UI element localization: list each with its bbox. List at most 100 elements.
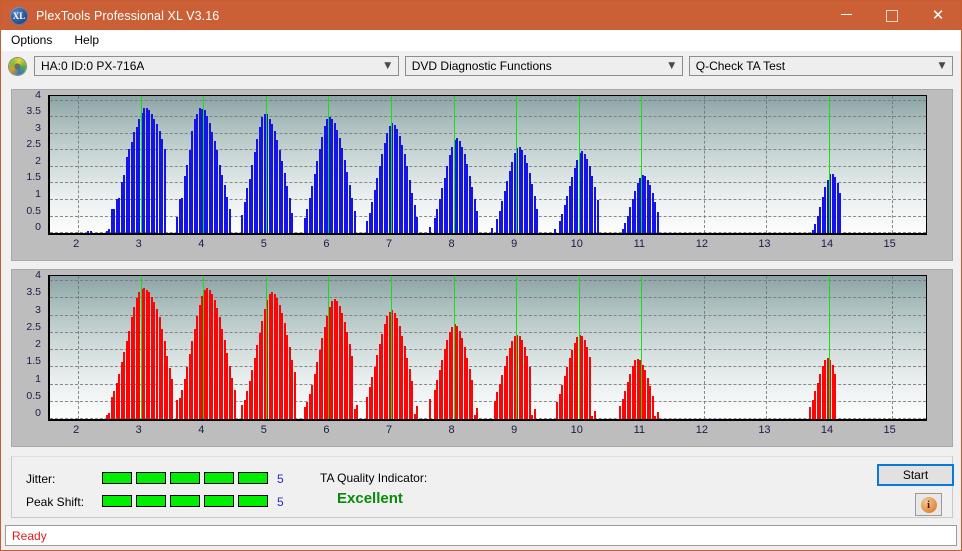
- y-tick-label: 2.5: [26, 320, 41, 333]
- x-tick-label: 5: [260, 424, 267, 436]
- chevron-down-icon: ▼: [938, 61, 946, 71]
- x-tick-label: 7: [385, 238, 393, 250]
- test-select[interactable]: Q-Check TA Test ▼: [688, 56, 953, 76]
- data-bar: [834, 373, 837, 419]
- zone-marker: [453, 276, 455, 419]
- x-tick-label: 4: [198, 238, 205, 250]
- indicator-segment: [238, 495, 268, 507]
- menu-item-help[interactable]: Help: [72, 32, 109, 49]
- zone-marker: [328, 96, 330, 233]
- indicator-segment: [136, 472, 166, 484]
- zone-marker: [829, 276, 830, 419]
- start-button[interactable]: Start: [877, 464, 954, 486]
- tqi-label: TA Quality Indicator:: [320, 471, 428, 485]
- drive-select-value: HA:0 ID:0 PX-716A: [41, 59, 145, 73]
- x-tick-label: 5: [260, 238, 267, 250]
- data-bar: [533, 409, 536, 419]
- test-select-value: Q-Check TA Test: [695, 59, 786, 73]
- x-axis-labels: 2 3 4 5 6 7 8 9 10 11 12 13 14 15: [48, 238, 924, 254]
- y-tick-label: 0.5: [26, 389, 41, 402]
- zone-marker: [641, 276, 643, 419]
- zone-marker: [328, 276, 330, 419]
- x-tick-label: 11: [633, 238, 646, 250]
- indicator-segment: [102, 495, 132, 507]
- y-tick-label: 3: [35, 121, 41, 134]
- data-bar: [476, 210, 479, 233]
- y-tick-label: 1.5: [26, 171, 41, 184]
- data-bar: [291, 212, 294, 233]
- results-panel: Jitter: 5 Peak Shift: 5 TA Quality Indic…: [11, 456, 954, 518]
- minimize-icon[interactable]: [823, 1, 869, 30]
- x-tick-label: 7: [385, 424, 393, 436]
- window-title: PlexTools Professional XL V3.16: [36, 8, 220, 23]
- zone-marker: [140, 96, 142, 233]
- data-bar: [228, 209, 231, 233]
- x-tick-label: 4: [198, 424, 205, 436]
- y-tick-label: 2.5: [26, 138, 41, 151]
- y-tick-label: 1: [35, 372, 41, 385]
- zone-marker: [203, 96, 205, 233]
- zone-marker: [265, 96, 267, 233]
- data-bar: [416, 216, 419, 233]
- application-window: XL PlexTools Professional XL V3.16 ✕ Opt…: [0, 0, 962, 551]
- indicator-segment: [136, 495, 166, 507]
- status-text: Ready: [12, 528, 47, 543]
- data-bar: [353, 210, 356, 233]
- data-bar: [553, 229, 556, 233]
- x-tick-label: 6: [323, 238, 330, 250]
- data-bar: [536, 209, 539, 233]
- bar-series: [50, 276, 926, 419]
- x-tick-label: 13: [758, 424, 771, 436]
- chevron-down-icon: ▼: [668, 61, 676, 71]
- y-axis-labels: 0 0.5 1 1.5 2 2.5 3 3.5 4: [12, 269, 41, 419]
- zone-marker: [516, 276, 518, 419]
- y-tick-label: 3: [35, 303, 41, 316]
- x-tick-label: 9: [511, 238, 518, 250]
- zone-marker: [516, 96, 518, 233]
- x-tick-label: 2: [73, 238, 80, 250]
- data-bar: [89, 231, 92, 233]
- peak-shift-label: Peak Shift:: [26, 495, 85, 509]
- jitter-indicator: [102, 472, 268, 484]
- function-select[interactable]: DVD Diagnostic Functions ▼: [404, 56, 683, 76]
- data-bar: [233, 389, 236, 419]
- x-tick-label: 14: [820, 424, 834, 436]
- data-bar: [428, 227, 431, 233]
- jitter-chart: 0 0.5 1 1.5 2 2.5 3 3.5 4 2 3 4 5 6 7 8 9 10 11 12 13 14 15: [11, 89, 953, 261]
- menu-item-options[interactable]: Options: [9, 32, 62, 49]
- x-tick-label: 6: [323, 424, 330, 436]
- chevron-down-icon: ▼: [384, 61, 392, 71]
- maximize-icon[interactable]: [869, 1, 915, 30]
- x-tick-label: 11: [633, 424, 646, 436]
- x-tick-label: 9: [511, 424, 518, 436]
- status-bar: Ready: [5, 525, 957, 546]
- info-icon: i: [920, 496, 937, 513]
- x-tick-label: 8: [448, 238, 455, 250]
- data-bar: [528, 366, 531, 419]
- drive-select[interactable]: HA:0 ID:0 PX-716A ▼: [34, 56, 399, 76]
- y-tick-label: 4: [35, 269, 41, 282]
- plot-area: [48, 95, 927, 235]
- zone-marker: [391, 276, 392, 419]
- y-tick-label: 2: [35, 154, 41, 167]
- data-bar: [471, 380, 474, 419]
- x-tick-label: 8: [448, 424, 455, 436]
- data-bar: [416, 405, 419, 419]
- y-tick-label: 3.5: [26, 286, 41, 299]
- info-button[interactable]: i: [915, 493, 942, 516]
- indicator-segment: [170, 472, 200, 484]
- x-tick-label: 3: [135, 238, 142, 250]
- data-bar: [596, 200, 599, 233]
- peak-shift-chart: 0 0.5 1 1.5 2 2.5 3 3.5 4 2 3 4 5 6 7 8 9 10 11 12 13 14 15: [11, 269, 953, 447]
- zone-marker: [140, 276, 142, 419]
- data-bar: [476, 407, 479, 419]
- x-tick-label: 13: [758, 238, 771, 250]
- data-bar: [839, 192, 842, 233]
- close-icon[interactable]: ✕: [915, 1, 961, 30]
- data-bar: [86, 231, 89, 233]
- tqi-value: Excellent: [337, 490, 403, 507]
- y-tick-label: 0: [35, 407, 41, 419]
- x-tick-label: 12: [695, 238, 708, 250]
- title-bar: XL PlexTools Professional XL V3.16 ✕: [1, 1, 961, 30]
- indicator-segment: [102, 472, 132, 484]
